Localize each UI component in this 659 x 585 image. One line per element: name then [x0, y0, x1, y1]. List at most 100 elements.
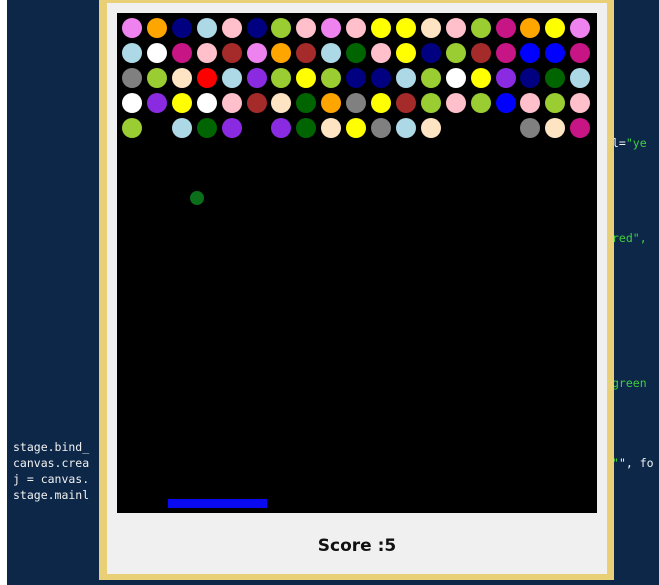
brick: [420, 18, 441, 38]
brick: [196, 117, 217, 138]
brick: [520, 18, 541, 38]
brick: [271, 18, 292, 38]
brick: [246, 67, 267, 88]
brick: [420, 92, 441, 113]
brick: [520, 42, 541, 63]
brick: [321, 42, 342, 63]
brick: [122, 18, 142, 38]
brick: [371, 92, 391, 113]
brick: [371, 42, 391, 63]
brick: [395, 42, 416, 63]
brick: [545, 42, 566, 63]
brick: [321, 92, 342, 113]
brick: [570, 67, 591, 88]
brick: [296, 117, 317, 138]
brick: [371, 67, 391, 88]
code-text: ", fo: [618, 456, 654, 470]
brick: [246, 18, 267, 38]
brick: [122, 92, 142, 113]
brick: [371, 18, 391, 38]
brick: [346, 92, 367, 113]
code-line: canvas.crea: [13, 456, 90, 470]
score-label: Score :: [317, 536, 385, 556]
brick: [296, 67, 317, 88]
brick: [395, 67, 416, 88]
paddle[interactable]: [168, 499, 267, 508]
brick: [271, 117, 292, 138]
brick: [395, 18, 416, 38]
brick: [122, 67, 142, 88]
brick: [246, 92, 267, 113]
brick: [321, 18, 342, 38]
brick: [221, 42, 242, 63]
brick: [520, 67, 541, 88]
brick: [420, 42, 441, 63]
brick: [296, 42, 317, 63]
brick: [520, 92, 541, 113]
brick: [570, 92, 591, 113]
brick: [346, 42, 367, 63]
code-line: stage.bind_: [13, 440, 90, 454]
code-string: green: [612, 376, 647, 390]
brick: [196, 92, 217, 113]
brick: [196, 42, 217, 63]
brick: [545, 117, 566, 138]
game-canvas[interactable]: [117, 13, 597, 513]
brick: [171, 117, 192, 138]
brick: [445, 67, 466, 88]
brick: [470, 42, 491, 63]
brick: [346, 67, 367, 88]
code-fragment: red",: [612, 230, 647, 246]
brick: [420, 117, 441, 138]
ball: [190, 191, 204, 205]
brick: [221, 18, 242, 38]
code-line: j = canvas.: [13, 472, 90, 486]
code-fragment: "", fo: [612, 456, 654, 470]
brick: [171, 18, 192, 38]
brick: [196, 67, 217, 88]
brick: [171, 67, 192, 88]
brick: [346, 117, 367, 138]
brick: [146, 18, 167, 38]
brick: [395, 92, 416, 113]
brick: [545, 18, 566, 38]
brick: [321, 67, 342, 88]
brick: [445, 92, 466, 113]
brick: [271, 92, 292, 113]
brick: [520, 117, 541, 138]
brick: [122, 42, 142, 63]
brick: [146, 67, 167, 88]
score-display: Score :5: [107, 536, 607, 556]
brick: [246, 42, 267, 63]
score-value: 5: [384, 536, 397, 556]
brick: [146, 42, 167, 63]
brick: [196, 18, 217, 38]
brick: [420, 67, 441, 88]
brick: [570, 42, 591, 63]
brick: [470, 92, 491, 113]
brick: [321, 117, 342, 138]
brick: [346, 18, 367, 38]
brick: [570, 117, 591, 138]
brick: [495, 42, 516, 63]
brick: [470, 67, 491, 88]
code-text: l=: [612, 136, 626, 150]
brick: [146, 92, 167, 113]
code-fragment: green: [612, 375, 647, 391]
brick: [221, 67, 242, 88]
brick: [371, 117, 391, 138]
brick: [495, 67, 516, 88]
brick: [221, 92, 242, 113]
brick: [395, 117, 416, 138]
code-line: stage.mainl: [13, 488, 90, 502]
brick: [171, 92, 192, 113]
brick: [271, 67, 292, 88]
brick: [445, 18, 466, 38]
brick: [445, 42, 466, 63]
code-fragment: l="ye: [612, 135, 647, 151]
brick: [545, 67, 566, 88]
brick: [470, 18, 491, 38]
brick: [271, 42, 292, 63]
brick: [296, 18, 317, 38]
brick: [122, 117, 142, 138]
